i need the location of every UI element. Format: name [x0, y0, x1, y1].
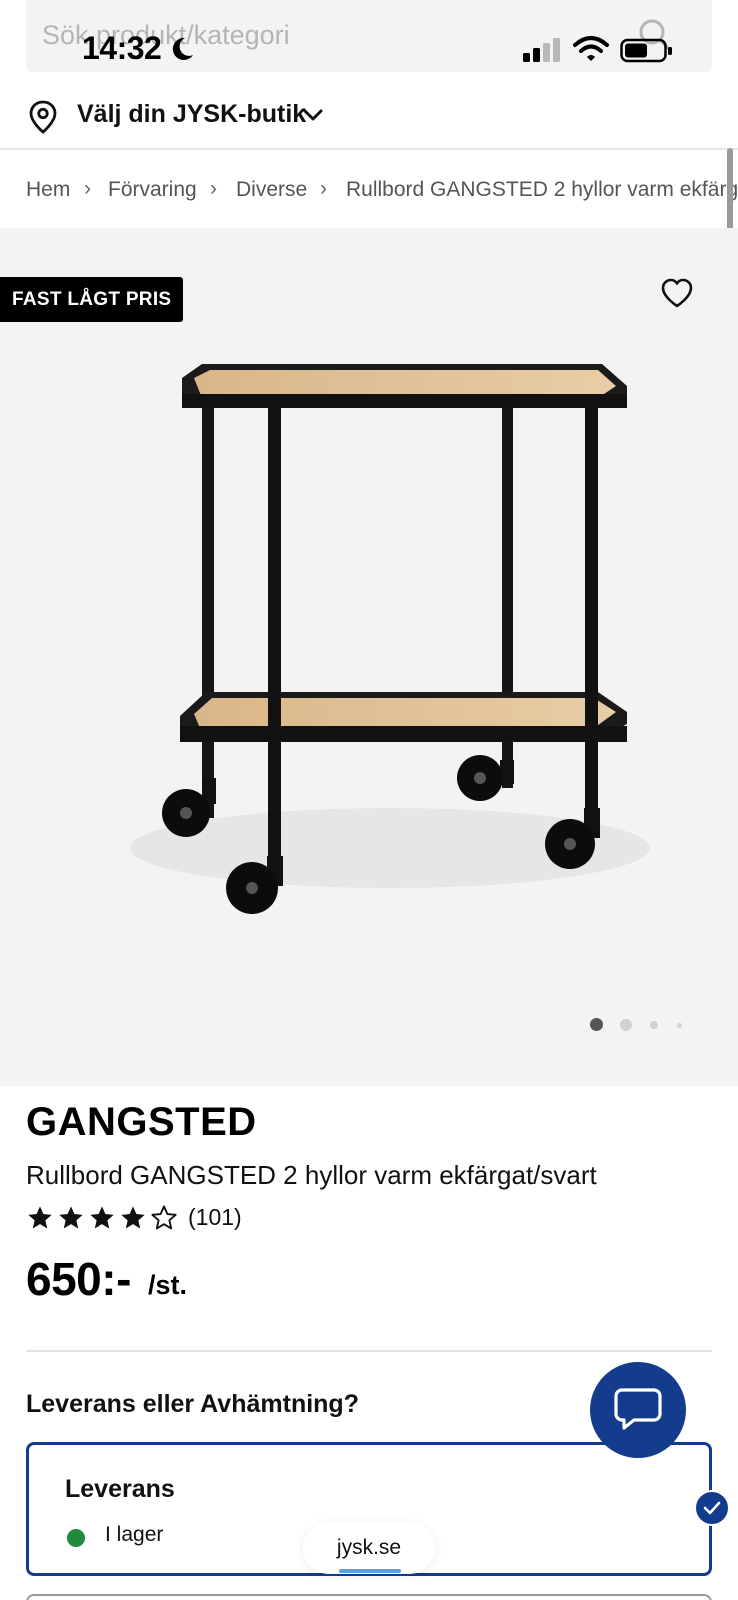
- wifi-icon: [573, 36, 609, 61]
- product-brand: GANGSTED: [26, 1100, 257, 1144]
- heart-icon[interactable]: [660, 278, 694, 308]
- pin-icon: [29, 100, 57, 134]
- status-time: 14:32: [82, 30, 162, 66]
- breadcrumb-separator-icon: ›: [210, 177, 217, 200]
- delivery-option-title: Leverans: [65, 1475, 175, 1503]
- store-label: Välj din JYSK-butik: [77, 100, 307, 128]
- product-gallery[interactable]: FAST LÅGT PRIS: [0, 228, 738, 1086]
- browser-url: jysk.se: [336, 1536, 402, 1559]
- store-selector[interactable]: Välj din JYSK-butik: [0, 90, 738, 150]
- gallery-dot[interactable]: [650, 1021, 658, 1029]
- breadcrumb: Hem › Förvaring › Diverse › Rullbord GAN…: [0, 150, 738, 228]
- chat-button[interactable]: [590, 1362, 686, 1458]
- breadcrumb-separator-icon: ›: [84, 177, 91, 200]
- selected-badge: [694, 1490, 730, 1526]
- gallery-dot[interactable]: [620, 1019, 632, 1031]
- stock-status-dot: [67, 1529, 85, 1547]
- pickup-option-card[interactable]: [26, 1594, 712, 1600]
- gallery-dot-active[interactable]: [590, 1018, 603, 1031]
- search-placeholder: Sök produkt/kategori: [42, 20, 290, 50]
- breadcrumb-item-current: Rullbord GANGSTED 2 hyllor varm ekfärgat…: [346, 178, 738, 201]
- breadcrumb-item-forvaring[interactable]: Förvaring: [108, 178, 197, 202]
- price-badge: FAST LÅGT PRIS: [0, 277, 184, 322]
- breadcrumb-separator-icon: ›: [320, 177, 327, 200]
- battery-icon: [620, 38, 672, 63]
- product-image: [130, 364, 650, 914]
- divider: [26, 1350, 712, 1352]
- price: 650:-: [26, 1253, 131, 1305]
- star-icon: [59, 1206, 83, 1229]
- price-unit: /st.: [148, 1270, 188, 1300]
- chevron-down-icon: [303, 109, 323, 121]
- signal-icon: [523, 38, 560, 62]
- star-icon: [90, 1206, 114, 1229]
- star-icon: [28, 1206, 52, 1229]
- chat-icon: [614, 1388, 662, 1430]
- star-empty-icon: [151, 1205, 177, 1230]
- breadcrumb-item-hem[interactable]: Hem: [26, 178, 70, 202]
- moon-icon: [172, 37, 193, 60]
- check-icon: [703, 1501, 721, 1515]
- product-title: Rullbord GANGSTED 2 hyllor varm ekfärgat…: [26, 1160, 597, 1190]
- review-count[interactable]: (101): [188, 1204, 242, 1231]
- breadcrumb-item-diverse[interactable]: Diverse: [236, 178, 307, 202]
- page-load-progress: [339, 1569, 401, 1573]
- delivery-heading: Leverans eller Avhämtning?: [26, 1390, 359, 1418]
- browser-url-pill[interactable]: jysk.se: [303, 1522, 435, 1574]
- stock-status: I lager: [105, 1523, 164, 1546]
- gallery-dot[interactable]: [677, 1023, 682, 1028]
- star-icon: [121, 1206, 145, 1229]
